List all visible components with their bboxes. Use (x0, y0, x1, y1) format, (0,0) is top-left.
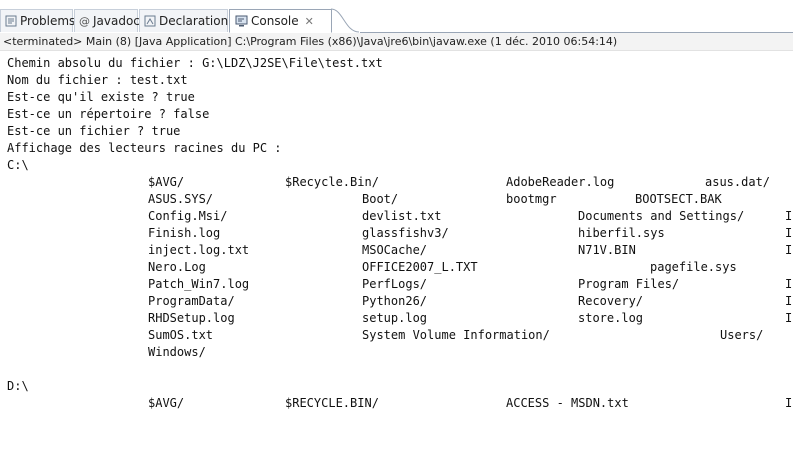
tab-problems[interactable]: Problems (0, 9, 76, 32)
file-entry: hiberfil.sys (578, 226, 665, 240)
file-entry: store.log (578, 311, 644, 325)
file-entry: $RECYCLE.BIN/ (285, 396, 379, 410)
file-entry: Users/ (720, 328, 764, 342)
file-entry: PerfLogs/ (362, 277, 428, 291)
file-entry: Boot/ (362, 192, 399, 206)
file-entry: ACCESS - MSDN.txt (506, 396, 629, 410)
file-entry: Documents and Settings/ (578, 209, 745, 223)
view-tab-bar: Problems @ Javadoc Declaration Console ✕ (0, 0, 793, 33)
file-entry: I (785, 243, 793, 257)
file-entry: Recovery/ (578, 294, 644, 308)
tab-curve (331, 8, 360, 33)
tab-javadoc-label: Javadoc (93, 14, 140, 28)
file-entry: SumOS.txt (148, 328, 214, 342)
tab-declaration-label: Declaration (159, 14, 229, 28)
close-icon[interactable]: ✕ (305, 15, 314, 28)
tab-declaration[interactable]: Declaration (139, 9, 228, 32)
file-entry: Patch_Win7.log (148, 277, 250, 291)
tab-console[interactable]: Console ✕ (229, 9, 332, 33)
file-entry: devlist.txt (362, 209, 442, 223)
console-output[interactable]: Chemin absolu du fichier : G:\LDZ\J2SE\F… (0, 52, 793, 452)
file-entry: setup.log (362, 311, 428, 325)
declaration-icon (144, 14, 156, 28)
console-icon (234, 14, 248, 28)
file-entry: I (785, 226, 793, 240)
at-sign-icon: @ (79, 14, 90, 28)
file-entry: MSOCache/ (362, 243, 428, 257)
tab-console-label: Console (251, 14, 299, 28)
file-entry: RHDSetup.log (148, 311, 235, 325)
file-entry: AdobeReader.log (506, 175, 615, 189)
file-entry: I (785, 209, 793, 223)
file-entry: System Volume Information/ (362, 328, 550, 342)
problems-icon (5, 14, 17, 28)
file-entry: Config.Msi/ (148, 209, 228, 223)
file-entry: ProgramData/ (148, 294, 235, 308)
file-entry: N71V.BIN (578, 243, 636, 257)
file-entry: BOOTSECT.BAK (635, 192, 722, 206)
file-entry: $AVG/ (148, 175, 185, 189)
file-entry: Nero.Log (148, 260, 206, 274)
file-entry: Finish.log (148, 226, 221, 240)
tab-javadoc[interactable]: @ Javadoc (74, 9, 140, 32)
file-entry: I (785, 311, 793, 325)
file-entry: $Recycle.Bin/ (285, 175, 379, 189)
file-entry: asus.dat/ (705, 175, 771, 189)
console-line: Est-ce qu'il existe ? true (7, 90, 195, 104)
file-entry: pagefile.sys (650, 260, 737, 274)
file-entry: $AVG/ (148, 396, 185, 410)
drive-d-label: D:\ (7, 379, 29, 393)
drive-c-label: C:\ (7, 158, 29, 172)
file-entry: Program Files/ (578, 277, 680, 291)
console-line: Nom du fichier : test.txt (7, 73, 188, 87)
file-entry: Windows/ (148, 345, 206, 359)
console-line: Est-ce un répertoire ? false (7, 107, 210, 121)
file-entry: I (785, 277, 793, 291)
console-line: Est-ce un fichier ? true (7, 124, 181, 138)
file-entry: inject.log.txt (148, 243, 250, 257)
launch-status-line: <terminated> Main (8) [Java Application]… (0, 33, 793, 51)
console-line: Chemin absolu du fichier : G:\LDZ\J2SE\F… (7, 56, 383, 70)
tab-problems-label: Problems (20, 14, 76, 28)
console-line: Affichage des lecteurs racines du PC : (7, 141, 282, 155)
file-entry: I (785, 294, 793, 308)
file-entry: OFFICE2007_L.TXT (362, 260, 478, 274)
file-entry: I (785, 396, 793, 410)
file-entry: ASUS.SYS/ (148, 192, 214, 206)
file-entry: Python26/ (362, 294, 428, 308)
file-entry: bootmgr (506, 192, 557, 206)
file-entry: glassfishv3/ (362, 226, 449, 240)
